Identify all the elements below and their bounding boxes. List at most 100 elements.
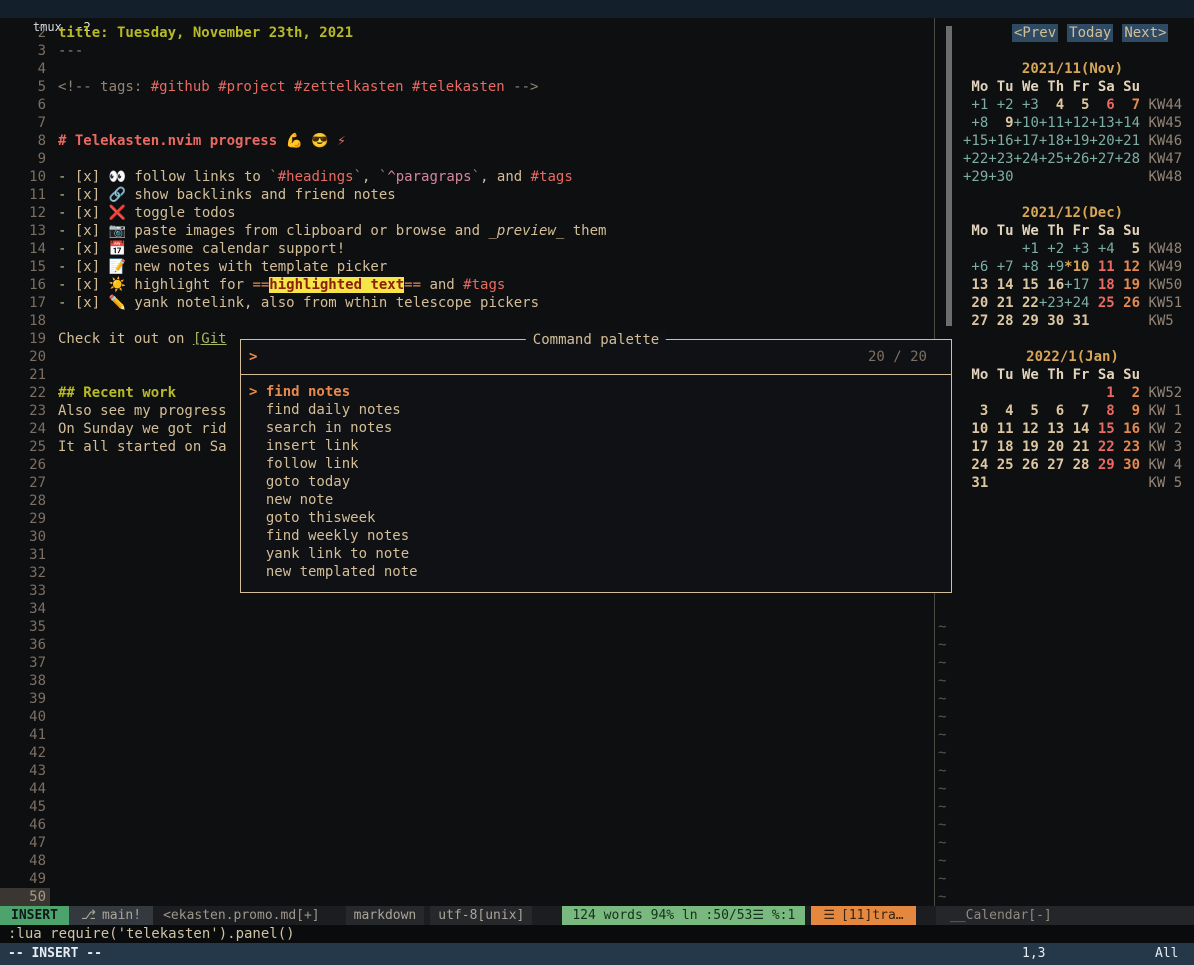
line-number: 13 <box>0 222 50 240</box>
editor-line[interactable]: 46 <box>0 816 930 834</box>
editor-line[interactable]: 16- [x] ☀️ highlight for ==highlighted t… <box>0 276 930 294</box>
scrollbar-thumb[interactable] <box>946 26 952 326</box>
line-number: 24 <box>0 420 50 438</box>
line-number: 32 <box>0 564 50 582</box>
calendar-week-row[interactable]: +1 +2 +3 4 5 6 7 KW44 <box>955 96 1194 114</box>
editor-line[interactable]: 44 <box>0 780 930 798</box>
editor-line[interactable]: 34 <box>0 600 930 618</box>
palette-item[interactable]: find weekly notes <box>249 527 943 545</box>
vim-mode-text: -- INSERT -- <box>8 943 102 965</box>
calendar-day-cell: +29+30 <box>963 169 1014 185</box>
text-segment: #github #project #zettelkasten #telekast… <box>151 79 505 95</box>
editor-line[interactable]: 45 <box>0 798 930 816</box>
editor-line[interactable]: 4 <box>0 60 930 78</box>
editor-line[interactable]: 17- [x] ✏️ yank notelink, also from wthi… <box>0 294 930 312</box>
calendar-day-cell: 31 <box>963 475 988 491</box>
palette-item[interactable]: new note <box>249 491 943 509</box>
calendar-week-row[interactable]: +8 9+10+11+12+13+14 KW45 <box>955 114 1194 132</box>
command-line[interactable]: :lua require('telekasten').panel() <box>0 925 1194 943</box>
calendar-day-cell: +6 +7 +8 +9 <box>963 259 1064 275</box>
calendar-week-row[interactable]: 13 14 15 16+17 18 19 KW50 <box>955 276 1194 294</box>
editor-line[interactable]: 40 <box>0 708 930 726</box>
editor-line[interactable]: 39 <box>0 690 930 708</box>
line-number: 5 <box>0 78 50 96</box>
palette-item[interactable]: yank link to note <box>249 545 943 563</box>
editor-line[interactable]: 38 <box>0 672 930 690</box>
calendar-week-row[interactable]: +1 +2 +3 +4 5 KW48 <box>955 240 1194 258</box>
calendar-month-title: 2021/12(Dec) <box>963 204 1182 222</box>
calendar-statusline: __Calendar[-] <box>936 906 1194 925</box>
calendar-week-row[interactable]: 24 25 26 27 28 29 30 KW 4 <box>955 456 1194 474</box>
editor-line[interactable]: 3--- <box>0 42 930 60</box>
editor-line[interactable]: 15- [x] 📝 new notes with template picker <box>0 258 930 276</box>
editor-line[interactable]: 35 <box>0 618 930 636</box>
calendar-day-cell <box>1089 313 1148 329</box>
palette-item[interactable]: find daily notes <box>249 401 943 419</box>
text-segment: - [x] ☀️ highlight for <box>58 277 252 293</box>
palette-item[interactable]: search in notes <box>249 419 943 437</box>
calendar-week-row[interactable]: 10 11 12 13 14 15 16 KW 2 <box>955 420 1194 438</box>
editor-line[interactable]: 7 <box>0 114 930 132</box>
editor-line[interactable]: 8# Telekasten.nvim progress 💪 😎 ⚡ <box>0 132 930 150</box>
palette-item[interactable]: new templated note <box>249 563 943 581</box>
editor-line[interactable]: 36 <box>0 636 930 654</box>
calendar-nav-button[interactable]: Today <box>1067 24 1113 42</box>
calendar-day-cell: +1 +2 +3 <box>963 97 1039 113</box>
calendar-week-row[interactable]: 20 21 22+23+24 25 26 KW51 <box>955 294 1194 312</box>
palette-results: > find notes find daily notes search in … <box>241 375 951 581</box>
calendar-day-cell: KW 1 <box>1148 403 1182 419</box>
calendar-day-cell: 6 <box>1089 97 1114 113</box>
text-segment: #tags <box>531 169 573 185</box>
palette-title: Command palette <box>526 331 666 349</box>
editor-line[interactable]: 48 <box>0 852 930 870</box>
line-text: - [x] 📝 new notes with template picker <box>58 258 387 276</box>
calendar-nav-button[interactable]: Next> <box>1122 24 1168 42</box>
editor-line[interactable]: 50 <box>0 888 930 906</box>
calendar-week-row[interactable]: +22+23+24+25+26+27+28 KW47 <box>955 150 1194 168</box>
calendar-week-row[interactable]: 17 18 19 20 21 22 23 KW 3 <box>955 438 1194 456</box>
editor-line[interactable]: 18 <box>0 312 930 330</box>
calendar-week-row[interactable]: 1 2 KW52 <box>955 384 1194 402</box>
text-segment: - [x] ✏️ yank notelink, also from wthin … <box>58 295 539 311</box>
editor-line[interactable]: 2title: Tuesday, November 23th, 2021 <box>0 24 930 42</box>
editor-line[interactable]: 10- [x] 👀 follow links to `#headings`, `… <box>0 168 930 186</box>
end-of-buffer-marker: ~ <box>938 690 946 708</box>
text-segment: , and <box>480 169 531 185</box>
editor-line[interactable]: 5<!-- tags: #github #project #zettelkast… <box>0 78 930 96</box>
calendar-day-cell: KW49 <box>1148 259 1182 275</box>
calendar-week-row[interactable]: +29+30 KW48 <box>955 168 1194 186</box>
calendar-day-cell: KW52 <box>1148 385 1182 401</box>
text-segment: and <box>421 277 463 293</box>
editor-line[interactable]: 11- [x] 🔗 show backlinks and friend note… <box>0 186 930 204</box>
line-number: 43 <box>0 762 50 780</box>
line-number: 27 <box>0 474 50 492</box>
palette-item[interactable]: goto today <box>249 473 943 491</box>
editor-line[interactable]: 47 <box>0 834 930 852</box>
editor-line[interactable]: 41 <box>0 726 930 744</box>
end-of-buffer-marker: ~ <box>938 798 946 816</box>
editor-line[interactable]: 14- [x] 📅 awesome calendar support! <box>0 240 930 258</box>
calendar-nav-button[interactable]: <Prev <box>1012 24 1058 42</box>
palette-item[interactable]: goto thisweek <box>249 509 943 527</box>
calendar-day-cell: 12 <box>1115 259 1140 275</box>
calendar-week-row[interactable]: 3 4 5 6 7 8 9 KW 1 <box>955 402 1194 420</box>
end-of-buffer-marker: ~ <box>938 870 946 888</box>
editor-line[interactable]: 43 <box>0 762 930 780</box>
palette-item[interactable]: > find notes <box>249 383 943 401</box>
calendar-week-row[interactable]: 27 28 29 30 31 KW5 <box>955 312 1194 330</box>
calendar-day-cell: 23 <box>1115 439 1140 455</box>
editor-line[interactable]: 49 <box>0 870 930 888</box>
editor-line[interactable]: 12- [x] ❌ toggle todos <box>0 204 930 222</box>
calendar-week-row[interactable]: +6 +7 +8 +9*10 11 12 KW49 <box>955 258 1194 276</box>
calendar-week-row[interactable]: 31 KW 5 <box>955 474 1194 492</box>
editor-line[interactable]: 6 <box>0 96 930 114</box>
editor-line[interactable]: 37 <box>0 654 930 672</box>
editor-line[interactable]: 13 - [x] 📷 paste images from clipboard or… <box>0 222 930 240</box>
calendar-week-row[interactable]: +15+16+17+18+19+20+21 KW46 <box>955 132 1194 150</box>
palette-item[interactable]: insert link <box>249 437 943 455</box>
palette-item[interactable]: follow link <box>249 455 943 473</box>
line-text: - [x] 👀 follow links to `#headings`, `^p… <box>58 168 573 186</box>
editor-line[interactable]: 9 <box>0 150 930 168</box>
line-text: - [x] 📷 paste images from clipboard or b… <box>58 222 606 240</box>
editor-line[interactable]: 42 <box>0 744 930 762</box>
